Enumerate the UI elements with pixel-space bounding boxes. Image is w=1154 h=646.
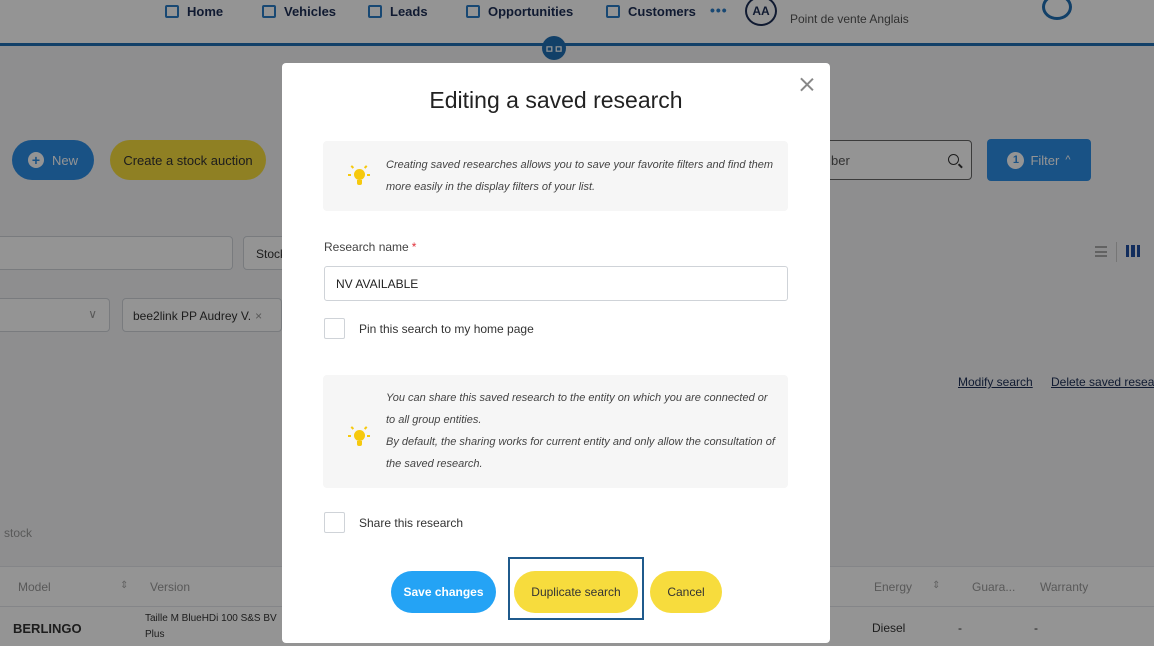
- pin-to-home-label: Pin this search to my home page: [359, 321, 534, 336]
- save-changes-button[interactable]: Save changes: [391, 571, 496, 613]
- sharing-info-line1: You can share this saved research to the…: [386, 392, 768, 426]
- dialog-title: Editing a saved research: [429, 87, 683, 113]
- sharing-info-line2: By default, the sharing works for curren…: [386, 436, 775, 470]
- edit-saved-research-dialog: Editing a saved research Creating saved …: [282, 63, 830, 643]
- pin-to-home-option[interactable]: Pin this search to my home page: [324, 318, 534, 339]
- info-box-sharing: You can share this saved research to the…: [323, 375, 788, 488]
- share-research-option[interactable]: Share this research: [324, 512, 463, 533]
- sharing-info-text: You can share this saved research to the…: [386, 387, 776, 475]
- info-box-saved-researches: Creating saved researches allows you to …: [323, 141, 788, 211]
- lightbulb-icon: [347, 164, 371, 190]
- required-marker: *: [411, 240, 417, 254]
- lightbulb-icon: [347, 425, 371, 451]
- share-research-checkbox[interactable]: [324, 512, 345, 533]
- research-name-label-text: Research name: [324, 240, 409, 254]
- share-research-label: Share this research: [359, 515, 464, 530]
- pin-to-home-checkbox[interactable]: [324, 318, 345, 339]
- research-name-input[interactable]: [324, 266, 788, 301]
- research-name-label: Research name *: [324, 240, 416, 254]
- cancel-button[interactable]: Cancel: [650, 571, 722, 613]
- info-text: Creating saved researches allows you to …: [386, 159, 774, 193]
- duplicate-search-button[interactable]: Duplicate search: [514, 571, 638, 613]
